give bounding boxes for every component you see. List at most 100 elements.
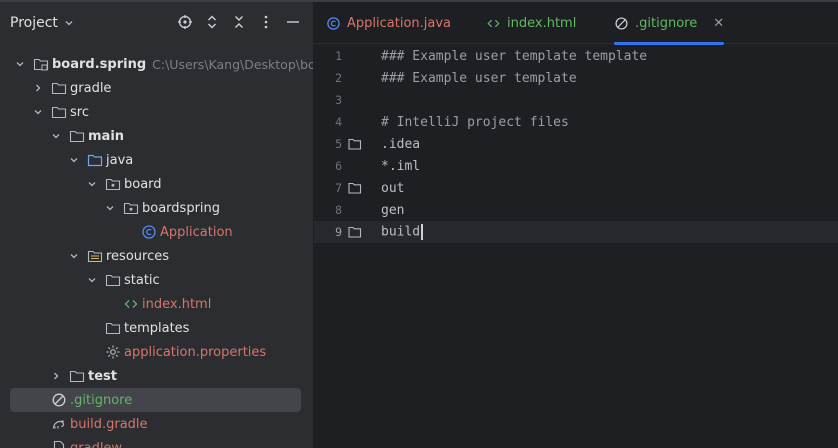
code-text: ### Example user template bbox=[381, 71, 577, 86]
editor-tab[interactable]: Application.java bbox=[326, 2, 451, 44]
editor-tab[interactable]: index.html bbox=[486, 2, 576, 44]
tree-item-label: application.properties bbox=[124, 344, 267, 360]
project-view-selector[interactable]: Project bbox=[10, 15, 74, 31]
tree-item[interactable]: .gitignore bbox=[10, 388, 301, 412]
module-folder-icon bbox=[33, 56, 49, 72]
code-text: build bbox=[381, 224, 423, 240]
collapse-all-button[interactable] bbox=[231, 14, 247, 30]
expand-all-button[interactable] bbox=[204, 14, 220, 30]
editor-tab-label: index.html bbox=[507, 15, 577, 31]
code-line[interactable]: 7 out bbox=[314, 177, 838, 199]
folder-icon bbox=[69, 368, 85, 384]
tree-item[interactable]: index.html bbox=[10, 292, 301, 316]
editor-tab[interactable]: .gitignore ✕ bbox=[614, 2, 725, 45]
editor-tabs: Application.java index.html .gitignore ✕ bbox=[314, 2, 838, 45]
crosshair-icon bbox=[178, 15, 192, 29]
tree-item[interactable]: test bbox=[10, 364, 301, 388]
folder-icon bbox=[348, 225, 362, 239]
tree-item[interactable]: main bbox=[10, 124, 301, 148]
tree-item[interactable]: board.spring C:\Users\Kang\Desktop\boar bbox=[10, 52, 313, 76]
tree-item-label: resources bbox=[106, 248, 170, 264]
line-number: 3 bbox=[335, 93, 342, 107]
folder-icon bbox=[69, 128, 85, 144]
code-line[interactable]: 2 ### Example user template bbox=[314, 67, 838, 89]
package-icon bbox=[123, 200, 139, 216]
package-icon bbox=[105, 176, 121, 192]
chevron-down-icon bbox=[52, 134, 60, 139]
code-line[interactable]: 9 build bbox=[314, 221, 838, 243]
line-number: 9 bbox=[335, 225, 342, 239]
chevron-down-icon bbox=[16, 62, 24, 67]
expand-all-icon bbox=[208, 15, 216, 29]
html-file-icon bbox=[123, 296, 139, 312]
tree-item[interactable]: board bbox=[10, 172, 301, 196]
gitignore-file-icon bbox=[614, 16, 629, 31]
folder-icon bbox=[348, 181, 362, 195]
java-class-icon bbox=[326, 16, 341, 31]
tree-item[interactable]: build.gradle bbox=[10, 412, 301, 436]
line-number: 4 bbox=[335, 115, 342, 129]
hide-panel-button[interactable] bbox=[285, 14, 301, 30]
line-number: 6 bbox=[335, 159, 342, 173]
editor-tab-label: .gitignore bbox=[635, 15, 698, 31]
tree-expand-toggle[interactable] bbox=[86, 178, 98, 190]
code-line[interactable]: 6 *.iml bbox=[314, 155, 838, 177]
chevron-down-icon bbox=[106, 206, 114, 211]
code-line[interactable]: 1 ### Example user template template bbox=[314, 45, 838, 67]
more-vertical-icon bbox=[264, 15, 268, 29]
folder-icon bbox=[105, 320, 121, 336]
code-editor[interactable]: 1 ### Example user template template 2 ### … bbox=[314, 45, 838, 448]
code-text-content: *.iml bbox=[381, 158, 421, 174]
tree-item[interactable]: application.properties bbox=[10, 340, 301, 364]
code-text: out bbox=[381, 181, 404, 196]
tree-item-label: index.html bbox=[142, 296, 212, 312]
tree-item-label: static bbox=[124, 272, 160, 288]
tree-item[interactable]: src bbox=[10, 100, 301, 124]
code-line[interactable]: 3 bbox=[314, 89, 838, 111]
code-line[interactable]: 8 gen bbox=[314, 199, 838, 221]
tree-expand-toggle[interactable] bbox=[104, 202, 116, 214]
close-tab-icon[interactable]: ✕ bbox=[713, 16, 724, 31]
tree-item-label: Application bbox=[160, 224, 233, 240]
editor-tab-label: Application.java bbox=[347, 15, 452, 31]
options-button[interactable] bbox=[258, 14, 274, 30]
tree-item[interactable]: Application bbox=[10, 220, 301, 244]
tree-item-label: test bbox=[88, 368, 117, 384]
tree-item[interactable]: static bbox=[10, 268, 301, 292]
tree-expand-toggle[interactable] bbox=[50, 370, 62, 382]
code-text: .idea bbox=[381, 137, 420, 152]
tree-expand-toggle[interactable] bbox=[86, 274, 98, 286]
chevron-down-icon bbox=[70, 254, 78, 259]
tree-expand-toggle[interactable] bbox=[14, 58, 26, 70]
tree-expand-toggle[interactable] bbox=[50, 130, 62, 142]
minimize-icon bbox=[287, 21, 299, 23]
locate-file-button[interactable] bbox=[177, 14, 193, 30]
tree-item[interactable]: boardspring bbox=[10, 196, 301, 220]
code-text: *.iml bbox=[381, 159, 420, 174]
collapse-all-icon bbox=[235, 16, 243, 28]
code-line[interactable]: 4 # IntelliJ project files bbox=[314, 111, 838, 133]
tree-item[interactable]: templates bbox=[10, 316, 301, 340]
tree-item[interactable]: gradle bbox=[10, 76, 301, 100]
tree-expand-toggle[interactable] bbox=[68, 250, 80, 262]
tree-item-label: board bbox=[124, 176, 162, 192]
line-number: 1 bbox=[335, 49, 342, 63]
tree-expand-toggle[interactable] bbox=[32, 82, 44, 94]
tree-expand-toggle[interactable] bbox=[32, 106, 44, 118]
project-panel-title: Project bbox=[10, 15, 58, 31]
html-file-icon bbox=[486, 16, 501, 31]
code-line[interactable]: 5 .idea bbox=[314, 133, 838, 155]
code-text-content: .idea bbox=[381, 136, 421, 152]
tree-item-label: .gitignore bbox=[70, 392, 133, 408]
line-number: 8 bbox=[335, 203, 342, 217]
gradle-file-icon bbox=[51, 416, 67, 432]
tree-expand-toggle[interactable] bbox=[68, 154, 80, 166]
tree-item[interactable]: gradlew bbox=[10, 436, 301, 448]
tree-item[interactable]: resources bbox=[10, 244, 301, 268]
tree-item-label: src bbox=[70, 104, 89, 120]
resources-folder-icon bbox=[87, 248, 103, 264]
tree-item-label: main bbox=[88, 128, 125, 144]
line-number: 5 bbox=[335, 137, 342, 151]
code-text: # IntelliJ project files bbox=[381, 115, 569, 130]
tree-item[interactable]: java bbox=[10, 148, 301, 172]
